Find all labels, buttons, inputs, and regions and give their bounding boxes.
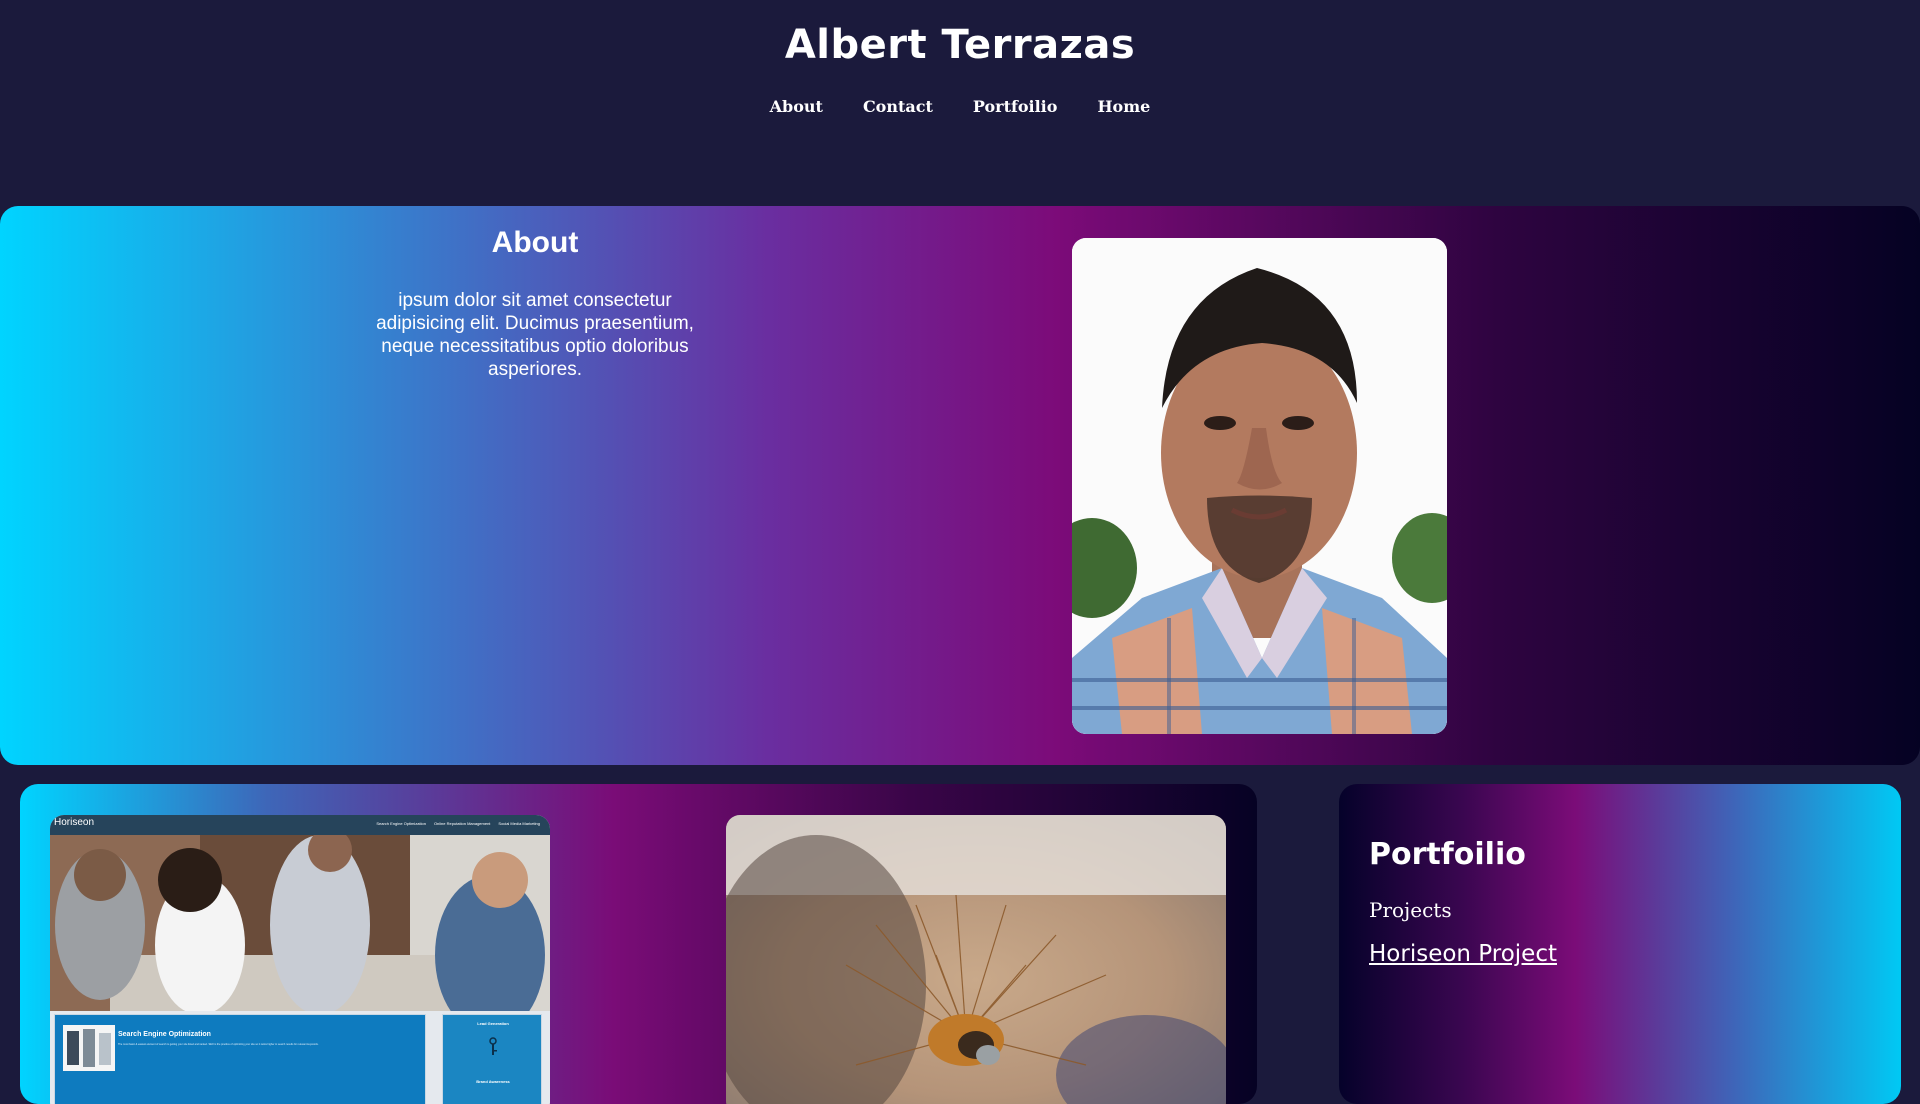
horiseon-mock-link: Online Reputation Management xyxy=(433,821,491,826)
horiseon-mock-navbar: Horiseon Search Engine Optimization Onli… xyxy=(50,815,550,835)
key-icon xyxy=(489,1037,497,1055)
portfolio-subtitle: Projects xyxy=(1369,898,1452,922)
horiseon-mock-link: Social Media Marketing xyxy=(498,821,540,826)
horiseon-mock-feature-box: Search Engine Optimization The most basi… xyxy=(54,1014,426,1104)
fly-tying-project-card[interactable] xyxy=(726,815,1226,1104)
page-scrollbar[interactable] xyxy=(1906,0,1920,1080)
about-text: ipsum dolor sit amet consectetur adipisi… xyxy=(376,290,694,380)
about-heading: About xyxy=(491,226,579,259)
page-header: Albert Terrazas About Contact Portfoilio… xyxy=(0,0,1920,205)
fly-tying-photo-illustration xyxy=(726,815,1226,1104)
about-section: About ipsum dolor sit amet consectetur a… xyxy=(0,206,1920,765)
projects-section: Horiseon Search Engine Optimization Onli… xyxy=(20,784,1257,1104)
horiseon-project-link[interactable]: Horiseon Project xyxy=(1369,941,1557,967)
nav-link-home[interactable]: Home xyxy=(1097,97,1150,116)
profile-photo-illustration xyxy=(1072,238,1447,734)
portfolio-panel: Portfoilio Projects Horiseon Project xyxy=(1339,784,1901,1104)
nav-link-about[interactable]: About xyxy=(770,97,823,116)
horiseon-mock-links: Search Engine Optimization Online Reputa… xyxy=(376,821,540,826)
horiseon-mock-logo: Horiseon xyxy=(54,817,95,828)
horiseon-mock-feature-title: Search Engine Optimization xyxy=(118,1031,211,1038)
horiseon-mock-sidebar-title: Lead Generation xyxy=(477,1021,509,1026)
horiseon-mock-link: Search Engine Optimization xyxy=(376,821,426,826)
nav-link-portfolio[interactable]: Portfoilio xyxy=(973,97,1058,116)
nav-link-contact[interactable]: Contact xyxy=(863,97,933,116)
horiseon-mock-thumbnail xyxy=(63,1025,115,1071)
site-title: Albert Terrazas xyxy=(784,22,1136,68)
profile-photo xyxy=(1072,238,1447,734)
horiseon-project-card[interactable]: Horiseon Search Engine Optimization Onli… xyxy=(50,815,550,1104)
main-nav: About Contact Portfoilio Home xyxy=(0,97,1920,116)
horiseon-mock-feature-text: The most basic & easiest element of sear… xyxy=(118,1043,319,1046)
horiseon-mock-sidebar-box: Lead Generation Brand Awareness xyxy=(442,1014,542,1104)
portfolio-title: Portfoilio xyxy=(1369,837,1526,872)
